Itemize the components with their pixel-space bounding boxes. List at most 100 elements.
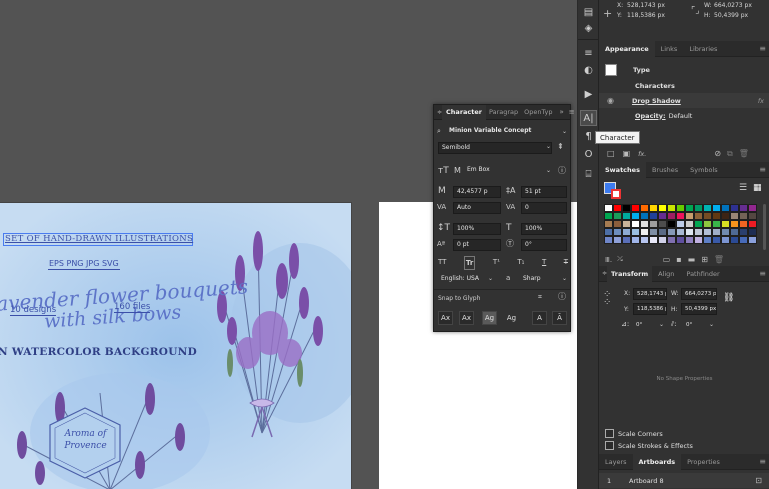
artboard-row[interactable]: 1 Artboard 8 ⊡	[599, 473, 769, 488]
swatch-chip[interactable]	[748, 236, 757, 244]
swatch-chip[interactable]	[748, 204, 757, 212]
add-stroke-icon[interactable]: □	[607, 149, 615, 158]
swatch-chip[interactable]	[640, 212, 649, 220]
opacity-label[interactable]: Opacity:	[635, 112, 666, 120]
swatch-chip[interactable]	[604, 236, 613, 244]
swatch-chip[interactable]	[640, 236, 649, 244]
artboard-name[interactable]: Artboard 8	[629, 477, 664, 485]
scale-strokes-row[interactable]: Scale Strokes & Effects	[599, 438, 769, 453]
reference-point-icon[interactable]: ⁘ ⁘	[603, 290, 611, 308]
swatch-chip[interactable]	[712, 212, 721, 220]
tab-properties[interactable]: Properties	[681, 454, 726, 470]
font-family-field[interactable]: Minion Variable Concept	[446, 126, 560, 138]
appearance-characters-row[interactable]: Characters	[599, 78, 769, 93]
swatch-kind-icon[interactable]: ⤯	[617, 255, 623, 264]
more-tabs-icon[interactable]: »	[559, 108, 563, 116]
swatch-chip[interactable]	[622, 236, 631, 244]
swatch-chip[interactable]	[613, 212, 622, 220]
artwork-preview[interactable]: SET OF HAND-DRAWN ILLUSTRATIONS EPS PNG …	[0, 202, 352, 489]
transform-collapse-icon[interactable]: ≑	[599, 270, 607, 277]
snap-grid-icon[interactable]: ⌗	[538, 291, 542, 303]
swatch-chip[interactable]	[748, 220, 757, 228]
tab-brushes[interactable]: Brushes	[646, 162, 684, 178]
swatch-chip[interactable]	[703, 204, 712, 212]
appearance-menu-icon[interactable]: ≡	[759, 44, 766, 53]
appearance-type-row[interactable]: Type	[599, 62, 769, 77]
snap-glyph-bounds-button[interactable]: Ag	[482, 311, 497, 325]
swatch-chip[interactable]	[739, 204, 748, 212]
swatch-chip[interactable]	[649, 236, 658, 244]
navigator-icon[interactable]: ◈	[580, 20, 597, 36]
baseline-shift-field[interactable]: 0 pt	[453, 239, 501, 251]
swatch-chip[interactable]	[730, 212, 739, 220]
swatch-chip[interactable]	[676, 228, 685, 236]
snap-baseline-button[interactable]: Ax	[438, 311, 453, 325]
character-panel-icon[interactable]: A|	[580, 110, 597, 126]
swatch-chip[interactable]	[730, 228, 739, 236]
transform-w-field[interactable]: 664,0273 px	[681, 288, 717, 300]
transform-x-field[interactable]: 528,1743 px	[633, 288, 667, 300]
tab-paragraph[interactable]: Paragrap	[486, 105, 521, 120]
clear-appearance-icon[interactable]: ⊘	[714, 149, 721, 158]
transform-h-field[interactable]: 50,4399 px	[681, 303, 717, 315]
horizontal-scale-field[interactable]: 100%	[521, 223, 567, 235]
swatch-chip[interactable]	[712, 220, 721, 228]
small-caps-button[interactable]: Tr	[463, 256, 476, 270]
swatch-chip[interactable]	[676, 204, 685, 212]
antialias-field[interactable]: Sharp	[520, 274, 568, 286]
snap-anchor-button[interactable]: Ā	[552, 311, 567, 325]
swatch-chip[interactable]	[703, 212, 712, 220]
character-panel[interactable]: ≑ Character Paragrap OpenTyp » ≡ ⌕ Minio…	[433, 104, 575, 332]
opentype-icon[interactable]: O	[580, 146, 597, 162]
swatch-chip[interactable]	[676, 236, 685, 244]
tab-layers[interactable]: Layers	[599, 454, 633, 470]
swatch-chip[interactable]	[649, 220, 658, 228]
transform-menu-icon[interactable]: ≡	[759, 269, 766, 278]
swatch-chip[interactable]	[604, 228, 613, 236]
swatch-chip[interactable]	[730, 220, 739, 228]
em-box-dropdown-icon[interactable]: ⌄	[546, 167, 551, 174]
snap-angular-button[interactable]: A	[532, 311, 547, 325]
swatch-chip[interactable]	[658, 212, 667, 220]
swatch-chip[interactable]	[658, 220, 667, 228]
swatch-chip[interactable]	[694, 228, 703, 236]
swatch-chip[interactable]	[721, 236, 730, 244]
font-style-dropdown-icon[interactable]: ⌄	[546, 143, 551, 150]
delete-swatch-icon[interactable]: 🗑	[714, 255, 724, 264]
swatch-chip[interactable]	[640, 220, 649, 228]
swatch-chip[interactable]	[631, 204, 640, 212]
tab-character[interactable]: Character	[442, 104, 486, 120]
swatch-chip[interactable]	[730, 204, 739, 212]
leading-field[interactable]: 51 pt	[521, 186, 567, 198]
swatch-chip[interactable]	[658, 236, 667, 244]
stroke-color-indicator[interactable]	[611, 189, 621, 199]
info-icon[interactable]: ⓘ	[558, 165, 566, 177]
tab-swatches[interactable]: Swatches	[599, 161, 646, 178]
actions-play-icon[interactable]: ▶	[580, 86, 597, 102]
swatch-chip[interactable]	[667, 228, 676, 236]
swatch-chip[interactable]	[640, 228, 649, 236]
swatch-chip[interactable]	[622, 228, 631, 236]
antialias-dropdown-icon[interactable]: ⌄	[562, 275, 567, 282]
visibility-eye-icon[interactable]: ◉	[607, 96, 614, 105]
swatch-chip[interactable]	[703, 220, 712, 228]
swatch-chip[interactable]	[739, 220, 748, 228]
swatch-chip[interactable]	[649, 212, 658, 220]
color-icon[interactable]: ◐	[580, 62, 597, 78]
font-style-link-icon[interactable]: ⇞	[557, 141, 564, 153]
em-box-field[interactable]: Em Box	[464, 165, 552, 177]
swatch-chip[interactable]	[694, 212, 703, 220]
tab-libraries[interactable]: Libraries	[683, 41, 723, 57]
tab-align[interactable]: Align	[652, 266, 680, 282]
swatch-chip[interactable]	[685, 228, 694, 236]
transform-y-field[interactable]: 118,5386 px	[633, 303, 667, 315]
document-icon[interactable]: ▤	[580, 4, 597, 20]
thumbnail-view-icon[interactable]: ▦	[753, 183, 762, 193]
new-swatch-icon[interactable]: ⊞	[701, 255, 708, 264]
swatch-chip[interactable]	[721, 220, 730, 228]
swatch-chip[interactable]	[649, 228, 658, 236]
tab-appearance[interactable]: Appearance	[599, 40, 655, 57]
swatch-chip[interactable]	[739, 228, 748, 236]
language-field[interactable]: English: USA	[438, 274, 494, 286]
swatch-chip[interactable]	[694, 204, 703, 212]
